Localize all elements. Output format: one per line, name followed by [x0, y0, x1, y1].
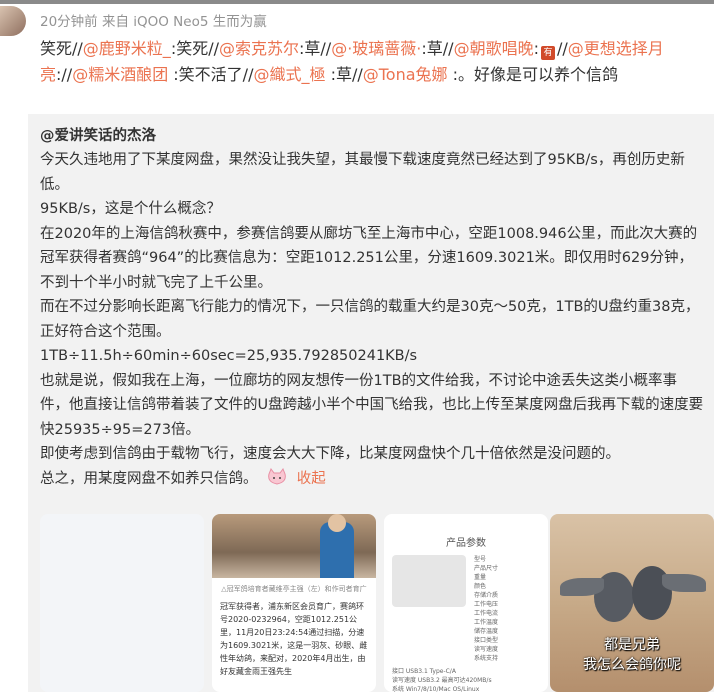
paragraph: 也就是说，假如我在上海，一位廊坊的网友想传一份1TB的文件给我，不讨论中途丢失这…	[40, 372, 704, 438]
spec-list: 型号产品尺寸重量颜色存储介质工作电压工作电流工作温度储存温度接口类型读写速度系统…	[474, 555, 540, 663]
spec-row: 工作电流	[474, 610, 499, 617]
spec-row: 重量	[474, 574, 487, 581]
usb-drive-image	[392, 555, 466, 607]
repost-text-segment: :草//	[421, 39, 454, 58]
image-thumbnail-3[interactable]: 产品参数 型号产品尺寸重量颜色存储介质工作电压工作电流工作温度储存温度接口类型读…	[384, 514, 548, 692]
paragraph: 95KB/s，这是个什么概念？	[40, 201, 221, 217]
paragraph: 而在不过分影响长距离飞行能力的情况下，一只信鸽的载重大约是30克～50克，1TB…	[40, 299, 700, 340]
spec-row: 存储介质	[474, 592, 499, 599]
pigeon-wing-right	[662, 574, 706, 592]
person-head	[328, 514, 346, 532]
image-thumbnail-2[interactable]: △冠军鸽培育者藏维亭主强（左）和作司者育广 冠军获得者，浦东新区会员育广，赛鸽环…	[212, 514, 376, 692]
repost-text: 笑死//@鹿野米粒_:笑死//@索克苏尔:草//@·玻璃蔷薇·:草//@朝歌唱晚…	[40, 36, 710, 88]
repost-text-segment: :笑不活了//	[168, 65, 254, 84]
emoji-icon: 有	[540, 46, 555, 60]
photo-caption: △冠军鸽培育者藏维亭主强（左）和作司者育广	[221, 585, 367, 593]
repost-text-segment: ://	[56, 65, 73, 84]
avatar[interactable]	[0, 6, 26, 36]
repost-text-segment: :草//	[299, 39, 332, 58]
post-meta: 20分钟前 来自 iQOO Neo5 生而为赢	[40, 14, 267, 30]
spec-row: 储存温度	[474, 628, 499, 635]
spec-row: 颜色	[474, 583, 487, 590]
original-last-line: 总之，用某度网盘不如养只信鸽。 收起	[40, 467, 704, 492]
meme-caption-line1: 都是兄弟	[604, 637, 660, 653]
spec-row: 读写速度 USB3.2 最高可达420MB/s	[392, 677, 492, 684]
mention-link[interactable]: @鹿野米粒_	[83, 39, 171, 58]
meme-caption-line2: 我怎么会鸽你呢	[583, 657, 681, 673]
paragraph: 即使考虑到信鸽由于载物飞行，速度会大大下降，比某度网盘快个几十倍依然是没问题的。	[40, 446, 620, 462]
original-post-card: @爱讲笑话的杰洛 今天久违地用了下某度网盘，果然没让我失望，其最慢下载速度竟然已…	[28, 114, 714, 692]
collapse-link[interactable]: 收起	[297, 471, 326, 487]
repost-text-segment: :。好像是可以养个信鸽	[447, 65, 619, 84]
repost-text-segment: :	[533, 39, 539, 58]
paragraph: 在2020年的上海信鸽秋赛中，参赛信鸽要从廊坊飞至上海市中心，空距1008.94…	[40, 225, 698, 291]
mention-link[interactable]: @索克苏尔	[219, 39, 299, 58]
repost-text-segment: :草//	[325, 65, 363, 84]
spec-row: 工作电压	[474, 601, 499, 608]
paragraph: 1TB÷11.5h÷60min÷60sec=25,935.792850241KB…	[40, 348, 418, 364]
spec-row: 型号	[474, 556, 487, 563]
spec-row: 工作温度	[474, 619, 499, 626]
mention-link[interactable]: @糯米酒酿团	[72, 65, 168, 84]
image-thumbnail-1[interactable]	[40, 514, 204, 692]
spec-list-extra: 接口 USB3.1 Type-C/A 读写速度 USB3.2 最高可达420MB/…	[384, 663, 548, 692]
mention-link[interactable]: @·玻璃蔷薇·	[331, 39, 421, 58]
last-line-text: 总之，用某度网盘不如养只信鸽。	[40, 470, 258, 487]
repost-text-segment: //	[556, 39, 568, 58]
mention-link[interactable]: @朝歌唱晚	[454, 39, 534, 58]
spec-row: 接口 USB3.1 Type-C/A	[392, 668, 456, 675]
spec-row: 系统支持	[474, 655, 499, 662]
pigeon-wing-left	[560, 578, 604, 596]
paragraph: 今天久违地用了下某度网盘，果然没让我失望，其最慢下载速度竟然已经达到了95KB/…	[40, 152, 685, 193]
product-spec-title: 产品参数	[446, 538, 486, 549]
image-thumbnail-4[interactable]: 都是兄弟 我怎么会鸽你呢	[550, 514, 714, 692]
image-grid: △冠军鸽培育者藏维亭主强（左）和作司者育广 冠军获得者，浦东新区会员育广，赛鸽环…	[40, 514, 714, 692]
photo-news-image	[212, 514, 376, 578]
spec-row: 读写速度	[474, 646, 499, 653]
repost-text-segment: :笑死//	[170, 39, 219, 58]
spec-row: 接口类型	[474, 637, 499, 644]
spec-row: 系统 Win7/8/10/Mac OS/Linux	[392, 686, 480, 692]
repost-text-segment: 笑死//	[40, 39, 83, 58]
top-divider	[0, 0, 714, 4]
spec-row: 产品尺寸	[474, 565, 499, 572]
news-body-text: 冠军获得者，浦东新区会员育广，赛鸽环号2020-0232964，空距1012.2…	[220, 602, 368, 676]
cat-emoji-icon	[266, 467, 288, 486]
original-post-text: 今天久违地用了下某度网盘，果然没让我失望，其最慢下载速度竟然已经达到了95KB/…	[40, 148, 704, 467]
mention-link[interactable]: @織式_極	[253, 65, 325, 84]
mention-link[interactable]: @Tona兔娜	[363, 65, 448, 84]
original-author-link[interactable]: @爱讲笑话的杰洛	[40, 124, 704, 148]
